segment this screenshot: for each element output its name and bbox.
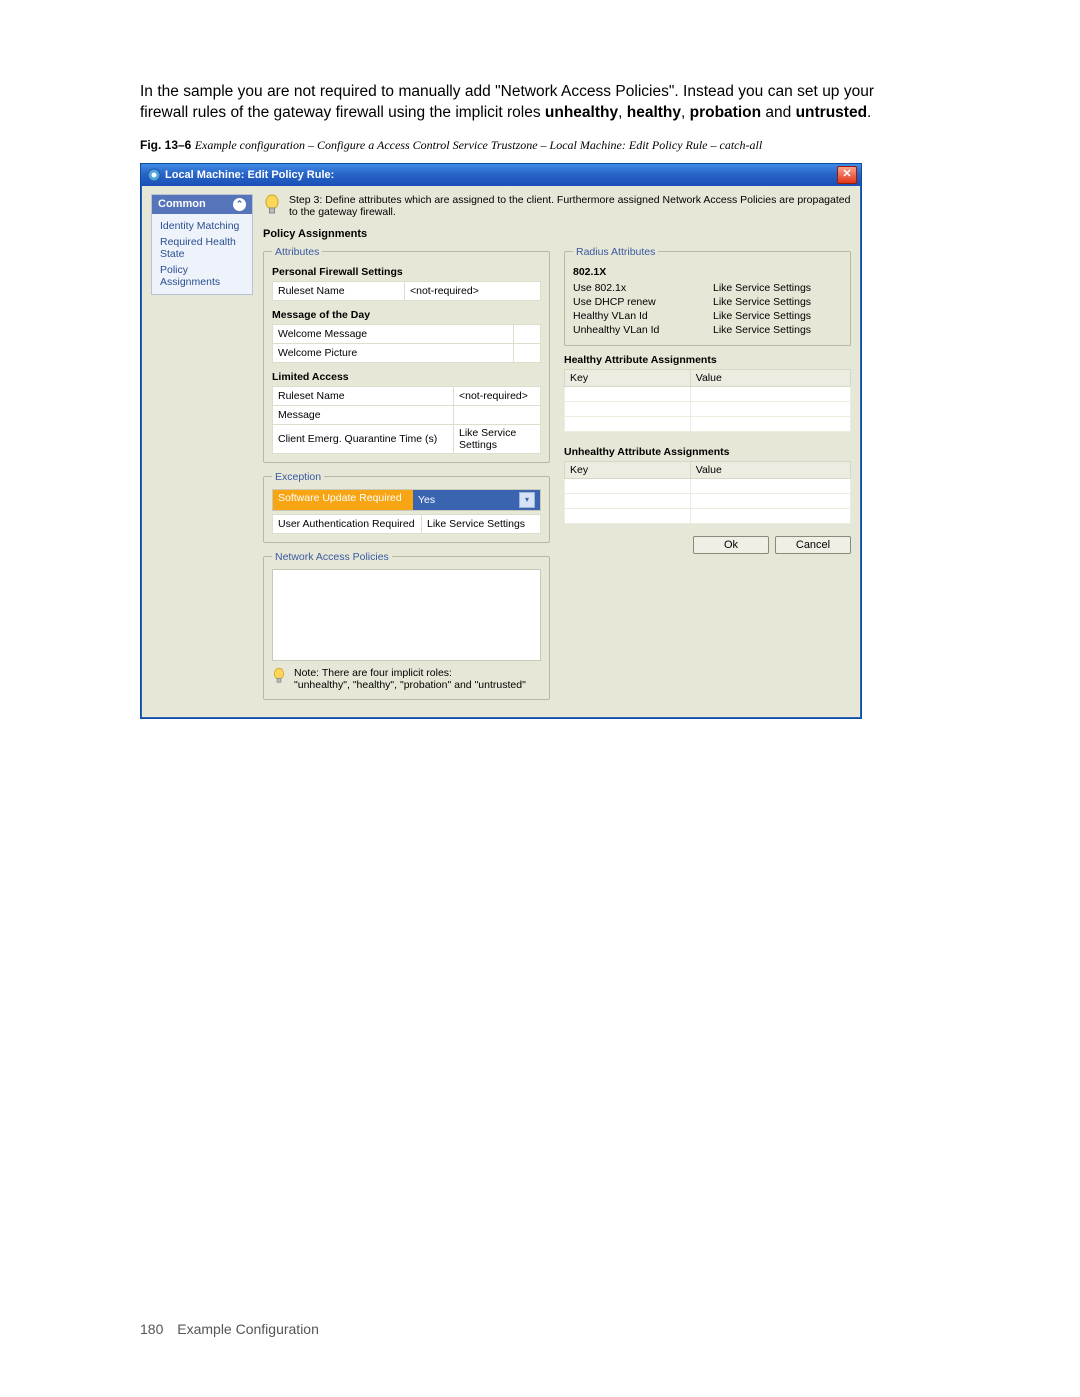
exc-userauth-key: User Authentication Required (273, 514, 422, 533)
r-use8021x-val[interactable]: Like Service Settings (713, 282, 842, 294)
r-unhealthy-vlan-val[interactable]: Like Service Settings (713, 324, 842, 336)
radius-legend: Radius Attributes (573, 246, 658, 258)
dialog-window: Local Machine: Edit Policy Rule: ✕ Commo… (140, 163, 862, 719)
lightbulb-icon (272, 667, 286, 685)
sidebar-item-health[interactable]: Required Health State (152, 234, 252, 262)
unhealthy-title: Unhealthy Attribute Assignments (564, 446, 851, 458)
page-footer: 180 Example Configuration (140, 1321, 319, 1337)
exception-fieldset: Exception Software Update Required Yes ▾… (263, 471, 550, 543)
cancel-button[interactable]: Cancel (775, 536, 851, 554)
healthy-table[interactable]: KeyValue (564, 369, 851, 432)
la-message-val[interactable] (454, 405, 541, 424)
healthy-col-value: Value (690, 369, 850, 386)
motd-welcome-pic-val[interactable] (514, 343, 541, 362)
la-message-key: Message (273, 405, 454, 424)
page-number: 180 (140, 1321, 163, 1337)
lightbulb-icon (263, 194, 281, 216)
collapse-icon[interactable]: ⌃ (233, 198, 246, 211)
dialog-title: Local Machine: Edit Policy Rule: (165, 169, 837, 181)
motd-title: Message of the Day (272, 309, 541, 321)
nap-note-line1: Note: There are four implicit roles: (294, 667, 526, 679)
exc-userauth-val[interactable]: Like Service Settings (422, 514, 541, 533)
step-text: Step 3: Define attributes which are assi… (289, 194, 851, 218)
la-quarantine-val[interactable]: Like Service Settings (454, 424, 541, 453)
pfs-ruleset-val[interactable]: <not-required> (404, 281, 540, 300)
nap-grid[interactable] (272, 569, 541, 661)
figure-caption-italic: Example configuration – Configure a Acce… (195, 138, 762, 152)
chevron-down-icon[interactable]: ▾ (519, 492, 535, 508)
unhealthy-col-key: Key (565, 461, 691, 478)
nap-note: Note: There are four implicit roles: "un… (294, 667, 526, 691)
sidebar-items: Identity Matching Required Health State … (152, 214, 252, 294)
r8021x-title: 802.1X (573, 266, 842, 278)
pfs-ruleset-key: Ruleset Name (273, 281, 405, 300)
sidebar-header[interactable]: Common ⌃ (152, 195, 252, 214)
radius-fieldset: Radius Attributes 802.1X Use 802.1xLike … (564, 246, 851, 346)
exc-table: User Authentication RequiredLike Service… (272, 514, 541, 534)
intro-paragraph: In the sample you are not required to ma… (140, 82, 874, 124)
nap-note-line2: "unhealthy", "healthy", "probation" and … (294, 679, 526, 691)
titlebar: Local Machine: Edit Policy Rule: ✕ (141, 164, 861, 186)
attributes-legend: Attributes (272, 246, 322, 258)
section-title: Policy Assignments (263, 228, 851, 240)
healthy-col-key: Key (565, 369, 691, 386)
exc-software-update-val: Yes (418, 494, 435, 506)
r8021x-rows: Use 802.1xLike Service Settings Use DHCP… (573, 281, 842, 337)
unhealthy-col-value: Value (690, 461, 850, 478)
figure-caption-prefix: Fig. 13–6 (140, 138, 195, 152)
unhealthy-table[interactable]: KeyValue (564, 461, 851, 524)
sidebar-item-policy[interactable]: Policy Assignments (152, 262, 252, 290)
sidebar: Common ⌃ Identity Matching Required Heal… (151, 194, 253, 295)
la-quarantine-key: Client Emerg. Quarantine Time (s) (273, 424, 454, 453)
healthy-title: Healthy Attribute Assignments (564, 354, 851, 366)
nap-legend: Network Access Policies (272, 551, 392, 563)
exception-legend: Exception (272, 471, 324, 483)
r-use8021x-key: Use 802.1x (573, 282, 713, 294)
r-unhealthy-vlan-key: Unhealthy VLan Id (573, 324, 713, 336)
la-title: Limited Access (272, 371, 541, 383)
la-ruleset-val[interactable]: <not-required> (454, 386, 541, 405)
exc-software-update-key: Software Update Required (273, 490, 413, 510)
sidebar-header-label: Common (158, 198, 206, 210)
la-table: Ruleset Name<not-required> Message Clien… (272, 386, 541, 454)
motd-welcome-pic-key: Welcome Picture (273, 343, 514, 362)
app-icon (147, 168, 161, 182)
pfs-title: Personal Firewall Settings (272, 266, 541, 278)
r-healthy-vlan-val[interactable]: Like Service Settings (713, 310, 842, 322)
attributes-fieldset: Attributes Personal Firewall Settings Ru… (263, 246, 550, 463)
pfs-table: Ruleset Name<not-required> (272, 281, 541, 301)
exc-software-update-row[interactable]: Software Update Required Yes ▾ (272, 489, 541, 511)
sidebar-item-identity[interactable]: Identity Matching (152, 218, 252, 234)
close-button[interactable]: ✕ (837, 166, 857, 184)
motd-welcome-msg-key: Welcome Message (273, 324, 514, 343)
figure-caption: Fig. 13–6 Example configuration – Config… (140, 138, 874, 153)
ok-button[interactable]: Ok (693, 536, 769, 554)
nap-fieldset: Network Access Policies Note: There are … (263, 551, 550, 700)
footer-label: Example Configuration (177, 1321, 319, 1337)
motd-table: Welcome Message Welcome Picture (272, 324, 541, 363)
r-healthy-vlan-key: Healthy VLan Id (573, 310, 713, 322)
r-dhcp-val[interactable]: Like Service Settings (713, 296, 842, 308)
r-dhcp-key: Use DHCP renew (573, 296, 713, 308)
exc-software-update-dropdown[interactable]: Yes ▾ (413, 490, 540, 510)
la-ruleset-key: Ruleset Name (273, 386, 454, 405)
motd-welcome-msg-val[interactable] (514, 324, 541, 343)
